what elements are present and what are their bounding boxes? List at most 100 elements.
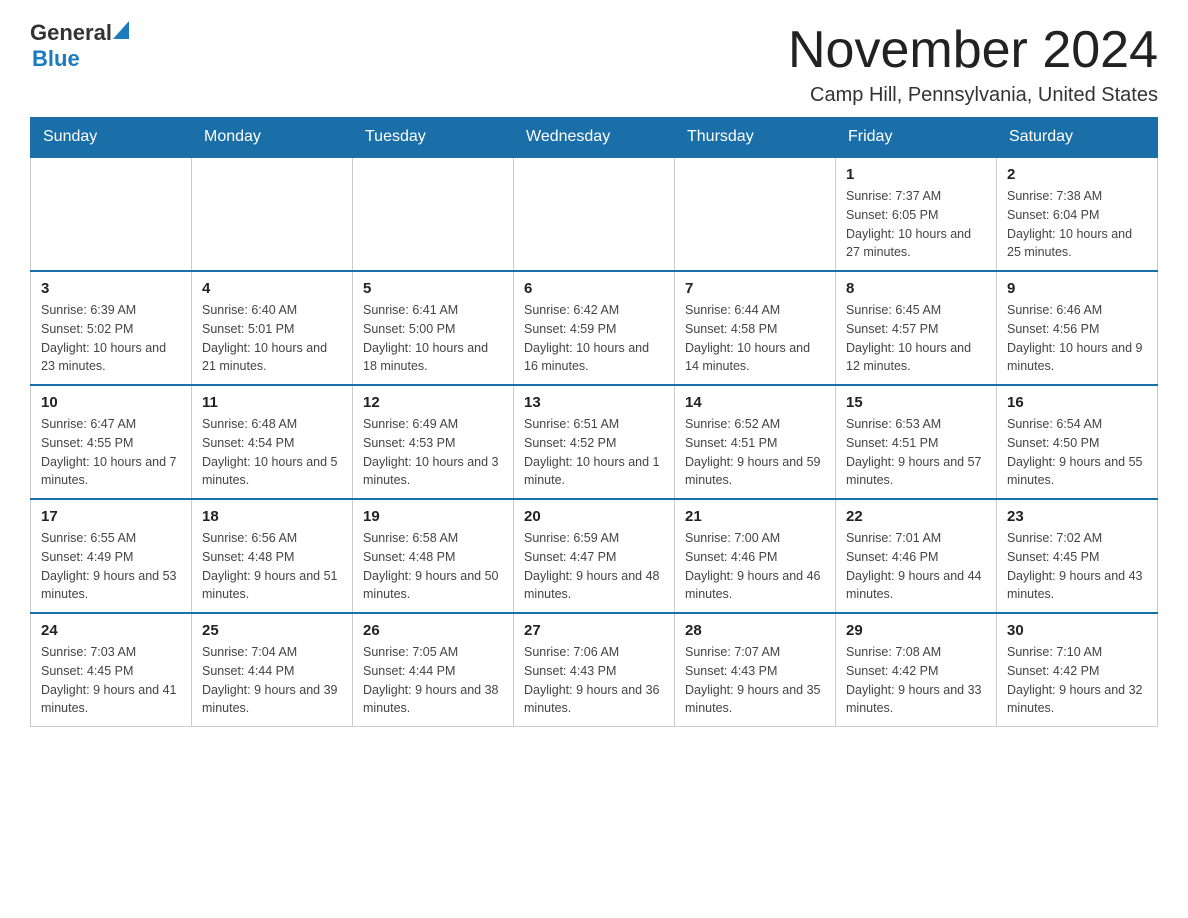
day-info: Sunrise: 6:42 AM Sunset: 4:59 PM Dayligh…: [524, 301, 664, 376]
day-info: Sunrise: 6:53 AM Sunset: 4:51 PM Dayligh…: [846, 415, 986, 490]
calendar-cell: 6 Sunrise: 6:42 AM Sunset: 4:59 PM Daylig…: [514, 271, 675, 385]
calendar-cell: 18 Sunrise: 6:56 AM Sunset: 4:48 PM Dayli…: [192, 499, 353, 613]
day-number: 20: [524, 508, 664, 525]
day-info: Sunrise: 7:38 AM Sunset: 6:04 PM Dayligh…: [1007, 187, 1147, 262]
day-number: 8: [846, 280, 986, 297]
day-number: 19: [363, 508, 503, 525]
calendar-cell: 17 Sunrise: 6:55 AM Sunset: 4:49 PM Dayli…: [31, 499, 192, 613]
day-number: 17: [41, 508, 181, 525]
calendar-table: SundayMondayTuesdayWednesdayThursdayFrid…: [30, 117, 1158, 727]
day-number: 13: [524, 394, 664, 411]
day-info: Sunrise: 7:05 AM Sunset: 4:44 PM Dayligh…: [363, 643, 503, 718]
calendar-cell: 27Sunrise: 7:06 AM Sunset: 4:43 PM Dayli…: [514, 613, 675, 727]
day-number: 7: [685, 280, 825, 297]
day-number: 14: [685, 394, 825, 411]
calendar-header-monday: Monday: [192, 118, 353, 158]
day-info: Sunrise: 7:04 AM Sunset: 4:44 PM Dayligh…: [202, 643, 342, 718]
logo: General Blue: [30, 20, 129, 72]
calendar-cell: [31, 157, 192, 271]
day-number: 29: [846, 622, 986, 639]
day-number: 11: [202, 394, 342, 411]
day-info: Sunrise: 6:51 AM Sunset: 4:52 PM Dayligh…: [524, 415, 664, 490]
calendar-cell: 20 Sunrise: 6:59 AM Sunset: 4:47 PM Dayli…: [514, 499, 675, 613]
day-info: Sunrise: 7:00 AM Sunset: 4:46 PM Dayligh…: [685, 529, 825, 604]
day-info: Sunrise: 7:10 AM Sunset: 4:42 PM Dayligh…: [1007, 643, 1147, 718]
day-info: Sunrise: 6:41 AM Sunset: 5:00 PM Dayligh…: [363, 301, 503, 376]
calendar-cell: 14Sunrise: 6:52 AM Sunset: 4:51 PM Dayli…: [675, 385, 836, 499]
calendar-week-2: 3 Sunrise: 6:39 AM Sunset: 5:02 PM Daylig…: [31, 271, 1158, 385]
day-info: Sunrise: 6:59 AM Sunset: 4:47 PM Dayligh…: [524, 529, 664, 604]
day-number: 26: [363, 622, 503, 639]
day-info: Sunrise: 6:49 AM Sunset: 4:53 PM Dayligh…: [363, 415, 503, 490]
calendar-cell: [192, 157, 353, 271]
calendar-week-4: 17 Sunrise: 6:55 AM Sunset: 4:49 PM Dayli…: [31, 499, 1158, 613]
calendar-week-3: 10 Sunrise: 6:47 AM Sunset: 4:55 PM Dayli…: [31, 385, 1158, 499]
logo-triangle-icon: [113, 21, 129, 39]
day-info: Sunrise: 6:40 AM Sunset: 5:01 PM Dayligh…: [202, 301, 342, 376]
calendar-cell: 3 Sunrise: 6:39 AM Sunset: 5:02 PM Daylig…: [31, 271, 192, 385]
day-number: 23: [1007, 508, 1147, 525]
calendar-cell: 29 Sunrise: 7:08 AM Sunset: 4:42 PM Dayli…: [836, 613, 997, 727]
day-number: 4: [202, 280, 342, 297]
calendar-cell: 5 Sunrise: 6:41 AM Sunset: 5:00 PM Daylig…: [353, 271, 514, 385]
calendar-cell: [514, 157, 675, 271]
calendar-cell: 28Sunrise: 7:07 AM Sunset: 4:43 PM Dayli…: [675, 613, 836, 727]
day-number: 18: [202, 508, 342, 525]
calendar-cell: 30 Sunrise: 7:10 AM Sunset: 4:42 PM Dayli…: [997, 613, 1158, 727]
day-number: 6: [524, 280, 664, 297]
day-info: Sunrise: 7:07 AM Sunset: 4:43 PM Dayligh…: [685, 643, 825, 718]
day-info: Sunrise: 7:08 AM Sunset: 4:42 PM Dayligh…: [846, 643, 986, 718]
calendar-week-1: 1 Sunrise: 7:37 AM Sunset: 6:05 PM Daylig…: [31, 157, 1158, 271]
day-info: Sunrise: 6:56 AM Sunset: 4:48 PM Dayligh…: [202, 529, 342, 604]
day-info: Sunrise: 6:58 AM Sunset: 4:48 PM Dayligh…: [363, 529, 503, 604]
calendar-header-row: SundayMondayTuesdayWednesdayThursdayFrid…: [31, 118, 1158, 158]
day-info: Sunrise: 6:47 AM Sunset: 4:55 PM Dayligh…: [41, 415, 181, 490]
title-block: November 2024 Camp Hill, Pennsylvania, U…: [788, 20, 1158, 107]
calendar-title: November 2024: [788, 20, 1158, 80]
logo-blue-text: Blue: [32, 46, 80, 72]
day-info: Sunrise: 6:39 AM Sunset: 5:02 PM Dayligh…: [41, 301, 181, 376]
calendar-cell: 7 Sunrise: 6:44 AM Sunset: 4:58 PM Daylig…: [675, 271, 836, 385]
calendar-cell: 22Sunrise: 7:01 AM Sunset: 4:46 PM Dayli…: [836, 499, 997, 613]
calendar-cell: 11 Sunrise: 6:48 AM Sunset: 4:54 PM Dayli…: [192, 385, 353, 499]
day-number: 9: [1007, 280, 1147, 297]
day-number: 24: [41, 622, 181, 639]
day-info: Sunrise: 6:48 AM Sunset: 4:54 PM Dayligh…: [202, 415, 342, 490]
day-info: Sunrise: 7:03 AM Sunset: 4:45 PM Dayligh…: [41, 643, 181, 718]
day-info: Sunrise: 7:02 AM Sunset: 4:45 PM Dayligh…: [1007, 529, 1147, 604]
day-info: Sunrise: 6:45 AM Sunset: 4:57 PM Dayligh…: [846, 301, 986, 376]
day-number: 5: [363, 280, 503, 297]
day-number: 1: [846, 166, 986, 183]
calendar-cell: 10 Sunrise: 6:47 AM Sunset: 4:55 PM Dayli…: [31, 385, 192, 499]
calendar-cell: 19 Sunrise: 6:58 AM Sunset: 4:48 PM Dayli…: [353, 499, 514, 613]
day-number: 3: [41, 280, 181, 297]
calendar-cell: 13 Sunrise: 6:51 AM Sunset: 4:52 PM Dayli…: [514, 385, 675, 499]
day-info: Sunrise: 6:46 AM Sunset: 4:56 PM Dayligh…: [1007, 301, 1147, 376]
calendar-header-sunday: Sunday: [31, 118, 192, 158]
logo-general-text: General: [30, 20, 112, 46]
calendar-cell: 2 Sunrise: 7:38 AM Sunset: 6:04 PM Daylig…: [997, 157, 1158, 271]
day-info: Sunrise: 6:55 AM Sunset: 4:49 PM Dayligh…: [41, 529, 181, 604]
day-info: Sunrise: 6:44 AM Sunset: 4:58 PM Dayligh…: [685, 301, 825, 376]
day-info: Sunrise: 7:06 AM Sunset: 4:43 PM Dayligh…: [524, 643, 664, 718]
calendar-cell: 15 Sunrise: 6:53 AM Sunset: 4:51 PM Dayli…: [836, 385, 997, 499]
calendar-cell: 4 Sunrise: 6:40 AM Sunset: 5:01 PM Daylig…: [192, 271, 353, 385]
calendar-header-wednesday: Wednesday: [514, 118, 675, 158]
calendar-week-5: 24 Sunrise: 7:03 AM Sunset: 4:45 PM Dayli…: [31, 613, 1158, 727]
calendar-cell: 8 Sunrise: 6:45 AM Sunset: 4:57 PM Daylig…: [836, 271, 997, 385]
calendar-cell: 16Sunrise: 6:54 AM Sunset: 4:50 PM Dayli…: [997, 385, 1158, 499]
day-number: 12: [363, 394, 503, 411]
calendar-header-thursday: Thursday: [675, 118, 836, 158]
day-number: 15: [846, 394, 986, 411]
calendar-cell: 21Sunrise: 7:00 AM Sunset: 4:46 PM Dayli…: [675, 499, 836, 613]
day-number: 30: [1007, 622, 1147, 639]
day-number: 16: [1007, 394, 1147, 411]
calendar-cell: 25Sunrise: 7:04 AM Sunset: 4:44 PM Dayli…: [192, 613, 353, 727]
calendar-header-tuesday: Tuesday: [353, 118, 514, 158]
calendar-cell: 23 Sunrise: 7:02 AM Sunset: 4:45 PM Dayli…: [997, 499, 1158, 613]
page-header: General Blue November 2024 Camp Hill, Pe…: [30, 20, 1158, 107]
calendar-header-saturday: Saturday: [997, 118, 1158, 158]
day-number: 10: [41, 394, 181, 411]
day-number: 2: [1007, 166, 1147, 183]
day-info: Sunrise: 7:37 AM Sunset: 6:05 PM Dayligh…: [846, 187, 986, 262]
